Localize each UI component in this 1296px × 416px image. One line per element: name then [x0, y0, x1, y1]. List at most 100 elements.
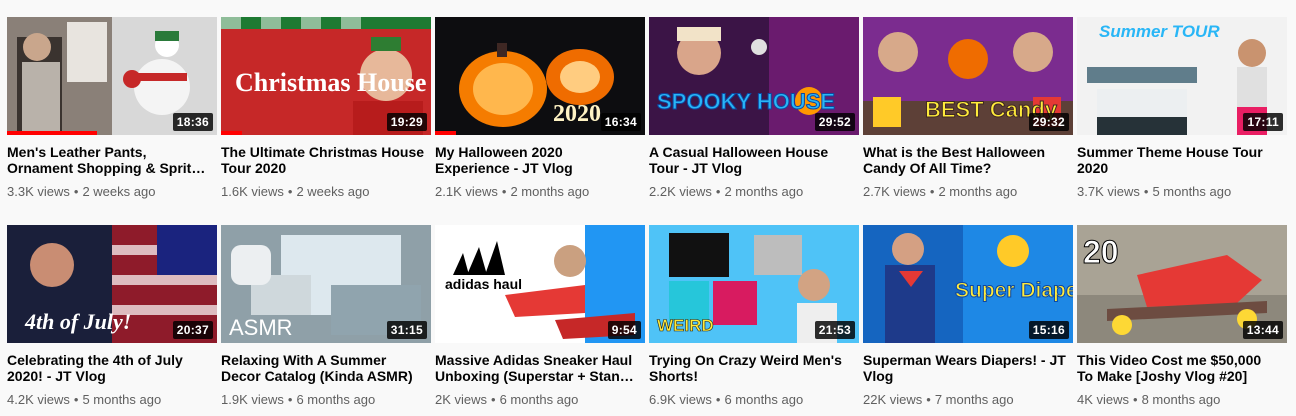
- video-metadata: 22K views • 7 months ago: [863, 392, 1073, 408]
- view-count: 1.9K views: [221, 392, 284, 407]
- video-metadata: 1.9K views • 6 months ago: [221, 392, 431, 408]
- video-thumbnail[interactable]: adidas haul 9:54: [435, 225, 645, 343]
- video-thumbnail[interactable]: 4th of July! 20:37: [7, 225, 217, 343]
- video-card[interactable]: BEST Candy 29:32 What is the Best Hallow…: [863, 17, 1073, 200]
- watch-progress-bar: [221, 131, 242, 135]
- view-count: 22K views: [863, 392, 923, 407]
- view-count: 2.7K views: [863, 184, 926, 199]
- video-metadata: 2.7K views • 2 months ago: [863, 184, 1073, 200]
- video-metadata: 3.3K views • 2 weeks ago: [7, 184, 217, 200]
- upload-age: 8 months ago: [1141, 392, 1221, 407]
- video-title[interactable]: This Video Cost me $50,000 To Make [Josh…: [1077, 352, 1287, 384]
- view-count: 4K views: [1077, 392, 1130, 407]
- thumbnail-text: SPOOKY HOUSE: [657, 89, 835, 114]
- separator-dot: •: [287, 184, 293, 199]
- upload-age: 2 months ago: [510, 184, 590, 199]
- upload-age: 2 weeks ago: [296, 184, 370, 199]
- view-count: 2.2K views: [649, 184, 712, 199]
- watch-progress-bar: [435, 131, 456, 135]
- video-grid: 18:36 Men's Leather Pants, Ornament Shop…: [0, 0, 1296, 416]
- video-thumbnail[interactable]: 2020 16:34: [435, 17, 645, 135]
- video-duration: 19:29: [386, 113, 427, 131]
- video-title[interactable]: Celebrating the 4th of July 2020! - JT V…: [7, 352, 217, 384]
- video-card[interactable]: 4th of July! 20:37 Celebrating the 4th o…: [7, 225, 217, 408]
- video-card[interactable]: 20 13:44 This Video Cost me $50,000 To M…: [1077, 225, 1287, 408]
- separator-dot: •: [501, 184, 507, 199]
- video-title[interactable]: A Casual Halloween House Tour - JT Vlog: [649, 144, 859, 176]
- video-thumbnail[interactable]: 20 13:44: [1077, 225, 1287, 343]
- upload-age: 6 months ago: [499, 392, 579, 407]
- upload-age: 7 months ago: [934, 392, 1014, 407]
- video-thumbnail[interactable]: WEIRD 21:53: [649, 225, 859, 343]
- separator-dot: •: [287, 392, 293, 407]
- separator-dot: •: [1133, 392, 1138, 407]
- view-count: 1.6K views: [221, 184, 284, 199]
- video-card[interactable]: Summer TOUR 17:11 Summer Theme House Tou…: [1077, 17, 1287, 200]
- view-count: 6.9K views: [649, 392, 712, 407]
- thumbnail-text: Summer TOUR: [1099, 22, 1220, 41]
- video-title[interactable]: The Ultimate Christmas House Tour 2020: [221, 144, 431, 176]
- video-title[interactable]: Superman Wears Diapers! - JT Vlog: [863, 352, 1073, 384]
- separator-dot: •: [715, 184, 721, 199]
- video-card[interactable]: 2020 16:34 My Halloween 2020 Experience …: [435, 17, 645, 200]
- upload-age: 2 weeks ago: [82, 184, 156, 199]
- upload-age: 2 months ago: [938, 184, 1018, 199]
- video-title[interactable]: My Halloween 2020 Experience - JT Vlog: [435, 144, 645, 176]
- view-count: 2K views: [435, 392, 488, 407]
- upload-age: 6 months ago: [296, 392, 376, 407]
- video-metadata: 2K views • 6 months ago: [435, 392, 645, 408]
- video-card[interactable]: 18:36 Men's Leather Pants, Ornament Shop…: [7, 17, 217, 200]
- separator-dot: •: [491, 392, 496, 407]
- video-duration: 17:11: [1243, 113, 1283, 131]
- video-card[interactable]: Christmas House Tour 19:29 The Ultimate …: [221, 17, 431, 200]
- video-card[interactable]: WEIRD 21:53 Trying On Crazy Weird Men's …: [649, 225, 859, 408]
- upload-age: 2 months ago: [724, 184, 804, 199]
- separator-dot: •: [73, 184, 79, 199]
- separator-dot: •: [926, 392, 931, 407]
- thumbnail-text: ASMR: [229, 315, 293, 340]
- thumbnail-text: Christmas House Tour: [235, 68, 431, 97]
- video-title[interactable]: What is the Best Halloween Candy Of All …: [863, 144, 1073, 176]
- video-metadata: 3.7K views • 5 months ago: [1077, 184, 1287, 200]
- video-card[interactable]: adidas haul 9:54 Massive Adidas Sneaker …: [435, 225, 645, 408]
- video-title[interactable]: Relaxing With A Summer Decor Catalog (Ki…: [221, 352, 431, 384]
- video-card[interactable]: Super Diapers! 15:16 Superman Wears Diap…: [863, 225, 1073, 408]
- video-thumbnail[interactable]: BEST Candy 29:32: [863, 17, 1073, 135]
- thumbnail-text: 4th of July!: [24, 309, 131, 334]
- video-thumbnail[interactable]: Super Diapers! 15:16: [863, 225, 1073, 343]
- video-metadata: 2.1K views • 2 months ago: [435, 184, 645, 200]
- video-metadata: 4K views • 8 months ago: [1077, 392, 1287, 408]
- video-title[interactable]: Trying On Crazy Weird Men's Shorts!: [649, 352, 859, 384]
- upload-age: 5 months ago: [1152, 184, 1232, 199]
- video-duration: 29:52: [814, 113, 855, 131]
- video-duration: 21:53: [814, 321, 855, 339]
- separator-dot: •: [73, 392, 79, 407]
- view-count: 3.3K views: [7, 184, 70, 199]
- view-count: 3.7K views: [1077, 184, 1140, 199]
- video-thumbnail[interactable]: Christmas House Tour 19:29: [221, 17, 431, 135]
- video-thumbnail[interactable]: 18:36: [7, 17, 217, 135]
- video-metadata: 1.6K views • 2 weeks ago: [221, 184, 431, 200]
- upload-age: 5 months ago: [82, 392, 162, 407]
- video-duration: 13:44: [1242, 321, 1283, 339]
- upload-age: 6 months ago: [724, 392, 804, 407]
- video-duration: 29:32: [1028, 113, 1069, 131]
- video-thumbnail[interactable]: Summer TOUR 17:11: [1077, 17, 1287, 135]
- video-thumbnail[interactable]: SPOOKY HOUSE 29:52: [649, 17, 859, 135]
- video-duration: 15:16: [1028, 321, 1069, 339]
- video-title[interactable]: Summer Theme House Tour 2020: [1077, 144, 1287, 176]
- video-title[interactable]: Massive Adidas Sneaker Haul Unboxing (Su…: [435, 352, 645, 384]
- separator-dot: •: [715, 392, 721, 407]
- separator-dot: •: [1143, 184, 1149, 199]
- video-thumbnail[interactable]: ASMR 31:15: [221, 225, 431, 343]
- video-duration: 18:36: [172, 113, 213, 131]
- video-title[interactable]: Men's Leather Pants, Ornament Shopping &…: [7, 144, 217, 176]
- watch-progress-bar: [7, 131, 98, 135]
- thumbnail-text: WEIRD: [657, 316, 714, 335]
- video-metadata: 2.2K views • 2 months ago: [649, 184, 859, 200]
- video-card[interactable]: SPOOKY HOUSE 29:52 A Casual Halloween Ho…: [649, 17, 859, 200]
- thumbnail-text: 20: [1083, 234, 1119, 270]
- view-count: 2.1K views: [435, 184, 498, 199]
- video-card[interactable]: ASMR 31:15 Relaxing With A Summer Decor …: [221, 225, 431, 408]
- video-metadata: 6.9K views • 6 months ago: [649, 392, 859, 408]
